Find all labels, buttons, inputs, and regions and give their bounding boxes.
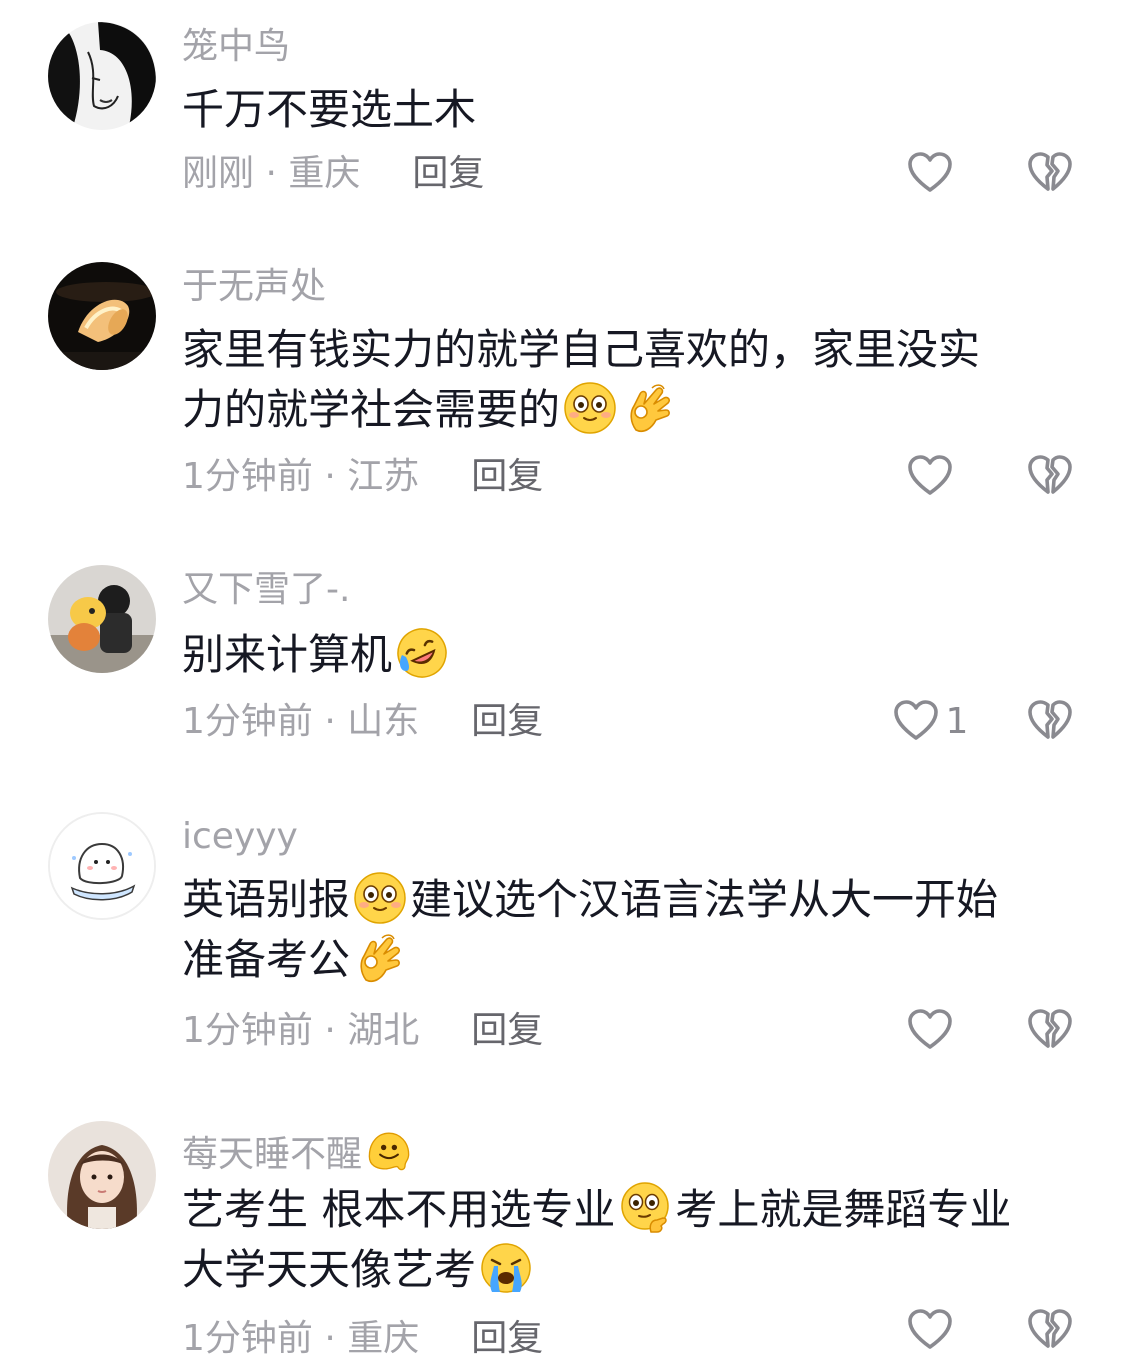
comment-meta: 1分钟前 · 重庆 回复 xyxy=(182,1317,543,1361)
username[interactable]: iceyyy xyxy=(182,817,298,857)
avatar[interactable] xyxy=(48,1121,156,1229)
username[interactable]: 笼中鸟 xyxy=(182,27,290,67)
blush-eyes-emoji xyxy=(352,870,408,926)
like-count: 1 xyxy=(945,700,969,742)
like-button[interactable] xyxy=(880,1300,980,1360)
comment-text-line: 准备考公 xyxy=(182,930,1082,990)
ok-hand-emoji xyxy=(622,380,678,436)
reply-button[interactable]: 回复 xyxy=(471,700,543,744)
avatar[interactable] xyxy=(48,812,156,920)
like-button[interactable] xyxy=(880,1000,980,1060)
comment-text-line: 艺考生 根本不用选专业 考上就是舞蹈专业 xyxy=(182,1180,1082,1240)
time-location: 1分钟前 · 重庆 xyxy=(182,1318,420,1359)
broken-heart-icon xyxy=(1026,452,1074,500)
crying-emoji xyxy=(478,1240,534,1296)
comment-text: 千万不要选土木 xyxy=(182,80,1082,140)
comment-text: 家里有钱实力的就学自己喜欢的，家里没实 力的就学社会需要的 xyxy=(182,320,1082,440)
comment-text-segment: 千万不要选土木 xyxy=(182,85,477,134)
comment-text-line: 力的就学社会需要的 xyxy=(182,380,1082,440)
heart-icon xyxy=(906,149,954,197)
like-button[interactable] xyxy=(880,143,980,203)
like-button[interactable] xyxy=(880,446,980,506)
comment-meta: 1分钟前 · 山东 回复 xyxy=(182,700,543,744)
time-location: 1分钟前 · 江苏 xyxy=(182,456,420,497)
username[interactable]: 莓天睡不醒 xyxy=(182,1126,416,1176)
dislike-button[interactable] xyxy=(1020,1300,1080,1360)
dislike-button[interactable] xyxy=(1020,446,1080,506)
username-text: 莓天睡不醒 xyxy=(182,1134,363,1175)
heart-icon xyxy=(906,1006,954,1054)
comment-text-segment: 建议选个汉语言法学从大一开始 xyxy=(410,875,999,924)
reply-button[interactable]: 回复 xyxy=(471,1009,543,1053)
comment-text-line: 大学天天像艺考 xyxy=(182,1240,1082,1300)
thinking-eyes-emoji xyxy=(617,1180,673,1236)
comment-text-line: 家里有钱实力的就学自己喜欢的，家里没实 xyxy=(182,325,981,374)
broken-heart-icon xyxy=(1026,1306,1074,1354)
reply-button[interactable]: 回复 xyxy=(471,455,543,499)
comment-text-segment: 考上就是舞蹈专业 xyxy=(675,1185,1012,1234)
username[interactable]: 又下雪了-. xyxy=(182,570,350,610)
comment-text-segment: 大学天天像艺考 xyxy=(182,1245,477,1294)
like-button[interactable]: 1 xyxy=(880,691,980,751)
comment-text: 英语别报 建议选个汉语言法学从大一开始 准备考公 xyxy=(182,870,1082,990)
time-location: 1分钟前 · 山东 xyxy=(182,701,420,742)
blush-eyes-emoji xyxy=(562,380,618,436)
avatar[interactable] xyxy=(48,262,156,370)
dislike-button[interactable] xyxy=(1020,1000,1080,1060)
username[interactable]: 于无声处 xyxy=(182,267,326,307)
comment-text: 艺考生 根本不用选专业 考上就是舞蹈专业 大学天天像艺考 xyxy=(182,1180,1082,1300)
comment-meta: 1分钟前 · 湖北 回复 xyxy=(182,1009,543,1053)
comment-text-segment: 别来计算机 xyxy=(182,630,393,679)
melting-face-emoji xyxy=(364,1126,414,1176)
dislike-button[interactable] xyxy=(1020,143,1080,203)
heart-icon xyxy=(906,1306,954,1354)
heart-icon xyxy=(906,452,954,500)
rofl-emoji xyxy=(394,625,450,681)
comment-text-segment: 力的就学社会需要的 xyxy=(182,385,561,434)
comment-text-segment: 英语别报 xyxy=(182,875,351,924)
comment-text-segment: 艺考生 根本不用选专业 xyxy=(182,1185,616,1234)
avatar[interactable] xyxy=(48,565,156,673)
avatar[interactable] xyxy=(48,22,156,130)
comment-meta: 刚刚 · 重庆 回复 xyxy=(182,152,484,196)
comment-text-line: 英语别报 建议选个汉语言法学从大一开始 xyxy=(182,870,1082,930)
comment-meta: 1分钟前 · 江苏 回复 xyxy=(182,455,543,499)
reply-button[interactable]: 回复 xyxy=(471,1317,543,1361)
broken-heart-icon xyxy=(1026,1006,1074,1054)
ok-hand-emoji xyxy=(352,930,408,986)
comment-text-segment: 准备考公 xyxy=(182,935,351,984)
reply-button[interactable]: 回复 xyxy=(412,152,484,196)
broken-heart-icon xyxy=(1026,697,1074,745)
comment-text: 别来计算机 xyxy=(182,625,1082,685)
time-location: 1分钟前 · 湖北 xyxy=(182,1010,420,1051)
heart-icon xyxy=(892,697,940,745)
dislike-button[interactable] xyxy=(1020,691,1080,751)
time-location: 刚刚 · 重庆 xyxy=(182,153,361,194)
broken-heart-icon xyxy=(1026,149,1074,197)
